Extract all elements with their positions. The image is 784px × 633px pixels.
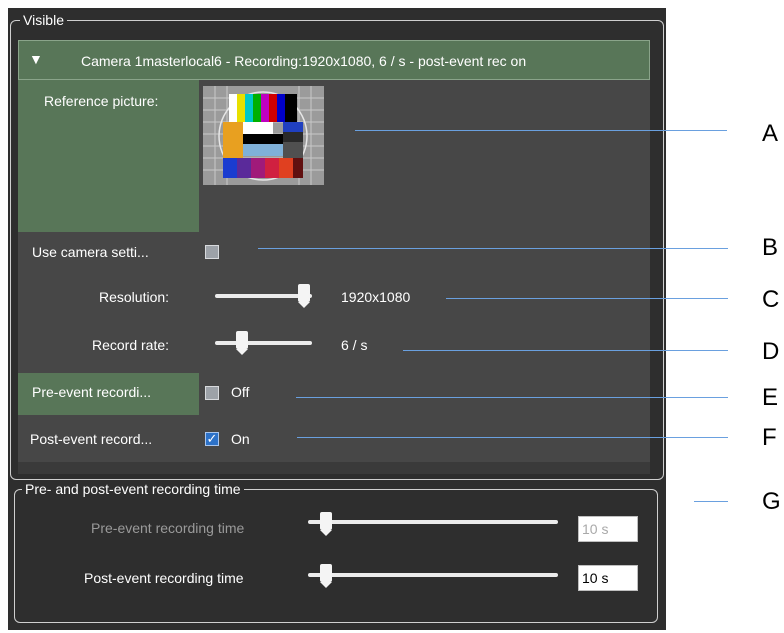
record-rate-slider-thumb[interactable] xyxy=(236,331,248,355)
pre-event-recording-label: Pre-event recordi... xyxy=(32,384,152,400)
pre-event-recording-checkbox[interactable] xyxy=(205,386,219,400)
post-event-time-slider-track[interactable] xyxy=(308,573,558,577)
post-event-recording-label: Post-event record... xyxy=(30,431,153,447)
callout-line-f xyxy=(297,437,728,438)
callout-line-b xyxy=(258,248,728,249)
time-groupbox xyxy=(14,489,658,623)
callout-line-d xyxy=(403,350,728,351)
callout-e: E xyxy=(762,384,779,411)
time-group-title: Pre- and post-event recording time xyxy=(22,481,244,497)
post-event-time-slider-thumb[interactable] xyxy=(320,564,332,588)
record-rate-value: 6 / s xyxy=(341,337,368,353)
post-event-time-label: Post-event recording time xyxy=(84,570,244,586)
pre-event-recording-value: Off xyxy=(231,384,250,400)
use-camera-settings-checkbox[interactable] xyxy=(205,245,219,259)
callout-d: D xyxy=(762,338,780,365)
checkmark-icon: ✓ xyxy=(206,431,218,446)
use-camera-settings-label: Use camera setti... xyxy=(32,244,149,260)
callout-a: A xyxy=(762,120,779,147)
record-rate-slider-track[interactable] xyxy=(215,341,312,345)
pre-event-time-slider-track[interactable] xyxy=(308,520,558,524)
test-card-icon xyxy=(203,86,324,185)
reference-picture-label: Reference picture: xyxy=(44,93,159,109)
post-event-time-input[interactable]: 10 s xyxy=(578,565,638,591)
callout-g: G xyxy=(762,488,781,515)
pre-event-time-input[interactable]: 10 s xyxy=(578,516,638,542)
resolution-label: Resolution: xyxy=(99,289,170,305)
callout-line-g xyxy=(694,501,728,502)
post-event-recording-checkbox[interactable]: ✓ xyxy=(205,432,219,446)
post-event-recording-value: On xyxy=(231,431,250,447)
camera-header-title: Camera 1masterlocal6 - Recording:1920x10… xyxy=(81,53,527,69)
pre-event-time-label: Pre-event recording time xyxy=(91,520,245,536)
triangle-down-icon[interactable]: ▼ xyxy=(29,51,43,67)
record-rate-label: Record rate: xyxy=(92,337,170,353)
resolution-value: 1920x1080 xyxy=(341,289,411,305)
camera-header[interactable]: ▼ Camera 1masterlocal6 - Recording:1920x… xyxy=(18,40,650,80)
callout-f: F xyxy=(762,424,777,451)
callout-c: C xyxy=(762,286,780,313)
callout-line-c xyxy=(446,298,728,299)
pre-event-time-slider-thumb[interactable] xyxy=(320,512,332,536)
callout-line-e xyxy=(296,397,728,398)
content-bottom-strip xyxy=(18,462,650,474)
callout-line-a xyxy=(355,130,727,131)
callout-b: B xyxy=(762,234,779,261)
visible-group-title: Visible xyxy=(20,12,67,28)
resolution-slider-thumb[interactable] xyxy=(298,284,310,308)
